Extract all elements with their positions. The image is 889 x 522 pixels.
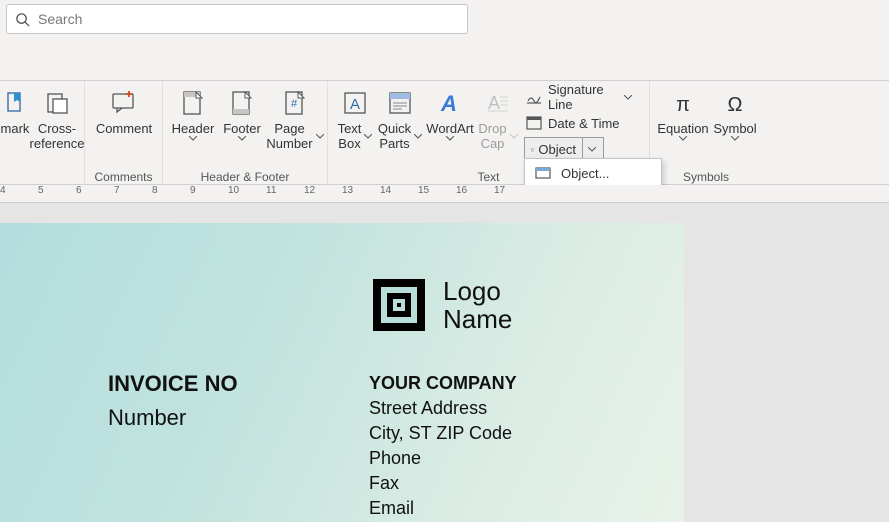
- invoice-block: INVOICE NO Number: [108, 371, 238, 431]
- comments-group-label: Comments: [85, 170, 162, 184]
- bookmark-icon: [5, 91, 25, 115]
- page-number-label: Page Number: [266, 121, 323, 151]
- document-page[interactable]: Logo Name INVOICE NO Number YOUR COMPANY…: [0, 223, 684, 522]
- svg-text:π: π: [676, 94, 690, 115]
- document-area[interactable]: Logo Name INVOICE NO Number YOUR COMPANY…: [0, 203, 889, 522]
- logo-text: Logo Name: [443, 277, 512, 333]
- quick-parts-icon: [388, 91, 412, 115]
- menu-item-object-label: Object...: [561, 166, 609, 181]
- header-button[interactable]: Header: [169, 85, 217, 141]
- date-time-icon: [526, 115, 542, 131]
- svg-text:A: A: [488, 93, 500, 113]
- symbol-icon: Ω: [722, 91, 748, 115]
- symbol-button[interactable]: Ω Symbol: [710, 85, 760, 141]
- text-box-button[interactable]: A Text Box: [334, 85, 376, 151]
- ribbon: mark Cross- reference Comment Comments H…: [0, 80, 889, 185]
- quick-parts-label: Quick Parts: [378, 121, 422, 151]
- signature-line-label: Signature Line: [548, 82, 618, 112]
- chevron-down-icon: [238, 136, 246, 141]
- chevron-down-icon: [316, 134, 324, 139]
- chevron-down-icon: [731, 136, 739, 141]
- page-number-button[interactable]: # Page Number: [265, 85, 325, 151]
- comment-label: Comment: [96, 121, 152, 136]
- search-icon: [15, 12, 30, 27]
- company-phone: Phone: [369, 446, 517, 471]
- footer-label: Footer: [223, 121, 261, 136]
- symbol-label: Symbol: [713, 121, 756, 136]
- horizontal-ruler[interactable]: 4567891011121314151617: [0, 185, 889, 203]
- comment-icon: [111, 91, 137, 115]
- wordart-button[interactable]: A WordArt: [424, 85, 476, 141]
- chevron-down-icon: [189, 136, 197, 141]
- header-footer-group: Header Footer # Page Number Header & Foo…: [163, 81, 328, 186]
- drop-cap-button: A Drop Cap: [478, 85, 518, 151]
- text-box-label: Text Box: [338, 121, 373, 151]
- chevron-down-icon: [679, 136, 687, 141]
- object-label: Object: [534, 142, 582, 157]
- invoice-label: INVOICE NO: [108, 371, 238, 397]
- text-box-icon: A: [343, 91, 367, 115]
- links-group: mark Cross- reference: [0, 81, 85, 186]
- chevron-down-icon: [588, 147, 596, 152]
- company-city: City, ST ZIP Code: [369, 421, 517, 446]
- equation-button[interactable]: π Equation: [656, 85, 710, 141]
- logo-icon: [369, 275, 429, 335]
- chevron-down-icon: [446, 136, 454, 141]
- comments-group: Comment Comments: [85, 81, 163, 186]
- header-label: Header: [172, 121, 215, 136]
- svg-text:A: A: [440, 91, 457, 115]
- equation-label: Equation: [657, 121, 708, 136]
- bookmark-label: mark: [1, 121, 30, 136]
- invoice-number: Number: [108, 405, 238, 431]
- company-street: Street Address: [369, 396, 517, 421]
- company-fax: Fax: [369, 471, 517, 496]
- cross-reference-label: Cross- reference: [30, 121, 85, 151]
- search-bar[interactable]: [6, 4, 468, 34]
- search-input[interactable]: [36, 10, 459, 28]
- chevron-down-icon: [510, 134, 518, 139]
- company-block: YOUR COMPANY Street Address City, ST ZIP…: [369, 371, 517, 521]
- date-time-label: Date & Time: [548, 116, 620, 131]
- wordart-label: WordArt: [426, 121, 473, 136]
- svg-text:Ω: Ω: [728, 94, 743, 115]
- company-email: Email: [369, 496, 517, 521]
- drop-cap-label: Drop Cap: [478, 121, 517, 151]
- svg-text:#: #: [291, 98, 298, 110]
- svg-text:A: A: [350, 96, 360, 113]
- object-icon: [535, 165, 551, 181]
- chevron-down-icon: [414, 134, 422, 139]
- header-icon: [182, 90, 204, 116]
- date-time-button[interactable]: Date & Time: [522, 111, 644, 135]
- footer-button[interactable]: Footer: [219, 85, 265, 141]
- drop-cap-icon: A: [486, 91, 510, 115]
- chevron-down-icon: [624, 95, 632, 100]
- comment-button[interactable]: Comment: [93, 85, 155, 136]
- logo-block: Logo Name: [369, 275, 512, 335]
- quick-parts-button[interactable]: Quick Parts: [378, 85, 422, 151]
- signature-line-button[interactable]: Signature Line: [522, 85, 644, 109]
- header-footer-group-label: Header & Footer: [163, 170, 327, 184]
- company-header: YOUR COMPANY: [369, 371, 517, 396]
- footer-icon: [231, 90, 253, 116]
- wordart-icon: A: [437, 91, 463, 115]
- signature-line-icon: [526, 89, 542, 105]
- chevron-down-icon: [364, 134, 372, 139]
- cross-reference-icon: [45, 91, 69, 115]
- menu-item-object[interactable]: Object...: [525, 159, 661, 187]
- page-number-icon: #: [284, 90, 306, 116]
- equation-icon: π: [670, 91, 696, 115]
- cross-reference-button[interactable]: Cross- reference: [28, 85, 86, 151]
- symbols-group-label: Symbols: [650, 170, 762, 184]
- symbols-group: π Equation Ω Symbol Symbols: [650, 81, 762, 186]
